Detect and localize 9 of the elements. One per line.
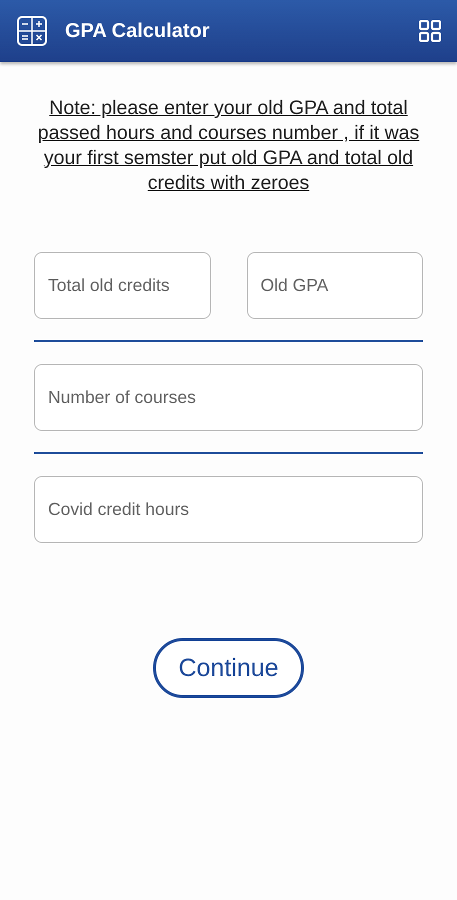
continue-button[interactable]: Continue [153, 638, 304, 698]
app-title: GPA Calculator [65, 20, 210, 42]
calculator-icon [17, 16, 47, 46]
input-field[interactable]: Total old credits [34, 252, 210, 319]
input-field[interactable]: Number of courses [34, 364, 423, 431]
grid-menu-icon[interactable] [419, 20, 441, 42]
note-text: Note: please enter your old GPA and total passed hours and courses number , if it was your first semster put old GPA and total old credits with zeroes [36, 96, 420, 196]
input-field[interactable]: Old GPA [246, 252, 423, 319]
input-field[interactable]: Covid credit hours [34, 476, 423, 543]
